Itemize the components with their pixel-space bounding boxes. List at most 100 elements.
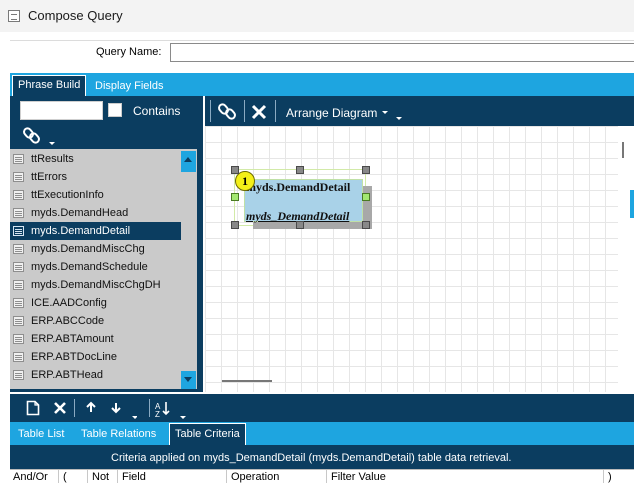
contains-label: Contains [133,104,181,118]
close-icon [54,402,66,414]
column-header-filter-value[interactable]: Filter Value [331,471,386,483]
toolbar-separator [74,399,75,417]
column-separator [87,470,88,483]
table-node-title: myds.DemandDetail [246,180,351,194]
window-title: Compose Query [28,8,123,23]
table-node-badge: 1 [235,171,255,191]
column-separator [117,470,118,483]
horizontal-scroll-thumb[interactable] [222,380,272,382]
new-criteria-button[interactable] [26,400,40,416]
column-header-operation[interactable]: Operation [231,471,279,483]
resize-handle[interactable] [362,193,370,201]
table-icon [13,298,24,308]
column-header-not[interactable]: Not [92,471,109,483]
chevron-down-icon[interactable] [396,117,402,120]
table-icon [13,280,24,290]
list-item[interactable]: myds.DemandSchedule [10,258,181,276]
table-icon [13,154,24,164]
tab-table-list[interactable]: Table List [18,428,64,440]
link-icon [23,127,55,145]
column-header-field[interactable]: Field [122,471,146,483]
list-item[interactable]: myds.DemandHead [10,204,181,222]
column-header-and-or[interactable]: And/Or [13,471,48,483]
vertical-scroll-thumb[interactable] [622,142,624,158]
table-icon [13,370,24,380]
list-item[interactable]: ERP.ABTHead [10,366,181,384]
toolbar-separator [275,100,276,122]
query-name-label: Query Name: [96,46,162,58]
resize-handle[interactable] [231,166,239,174]
list-item[interactable]: myds.DemandMiscChg [10,240,181,258]
divider [10,40,634,41]
chevron-down-icon [382,111,388,114]
app-icon [8,10,20,22]
panel-edge-tab [630,190,634,218]
list-item[interactable]: ICE.AADConfig [10,294,181,312]
scroll-up-button[interactable] [181,151,196,172]
column-header-close-paren[interactable]: ) [608,471,612,483]
arrow-down-icon [111,403,138,419]
column-header-open-paren[interactable]: ( [63,471,67,483]
table-icon [13,334,24,344]
resize-handle[interactable] [296,221,304,229]
remove-button[interactable] [249,102,269,122]
move-down-button[interactable] [109,400,138,419]
table-icon [13,244,24,254]
close-icon [251,104,267,120]
list-item[interactable]: ERP.ABCCode [10,312,181,330]
tab-table-criteria[interactable]: Table Criteria [169,423,246,445]
resize-handle[interactable] [296,166,304,174]
toolbar-separator [149,399,150,417]
column-separator [58,470,59,483]
list-item[interactable]: ttErrors [10,168,181,186]
column-separator [226,470,227,483]
table-icon [13,226,24,236]
sort-az-icon: A Z [155,402,186,419]
resize-handle[interactable] [362,166,370,174]
diagram-vertical-scrollbar[interactable] [618,126,634,392]
tab-phrase-build[interactable]: Phrase Build [12,75,87,96]
resize-handle[interactable] [231,221,239,229]
query-name-input[interactable] [170,43,634,62]
table-icon [13,172,24,182]
diagram-canvas[interactable] [205,126,618,392]
table-icon [13,352,24,362]
table-search-input[interactable] [20,101,103,120]
new-document-icon [26,400,40,416]
resize-handle[interactable] [362,221,370,229]
tab-table-relations[interactable]: Table Relations [81,428,156,440]
top-tab-strip: Phrase Build Display Fields [10,73,634,96]
svg-text:Z: Z [155,410,160,419]
diagram-toolbar [205,96,634,126]
criteria-toolbar [10,394,634,422]
criteria-info-text: Criteria applied on myds_DemandDetail (m… [111,452,512,464]
arrow-down-icon [184,377,192,382]
link-button[interactable] [217,102,239,122]
table-icon [13,316,24,326]
link-icon [218,103,236,120]
list-item[interactable]: ttResults [10,150,181,168]
column-separator [326,470,327,483]
column-separator [603,470,604,483]
toolbar-separator [210,100,211,122]
arrow-up-icon [184,157,192,162]
delete-criteria-button[interactable] [52,400,68,416]
table-icon [13,262,24,272]
arrange-diagram-button[interactable]: Arrange Diagram [286,106,377,120]
table-list-scrollbar[interactable] [181,149,197,389]
table-icon [13,208,24,218]
list-item[interactable]: ttExecutionInfo [10,186,181,204]
toolbar-separator [244,100,245,122]
list-item[interactable]: myds.DemandMiscChgDH [10,276,181,294]
list-item[interactable]: ERP.ABTDocLine [10,348,181,366]
scroll-down-button[interactable] [181,371,196,389]
list-item[interactable]: ERP.ABTAmount [10,330,181,348]
move-up-button[interactable] [84,400,98,416]
link-dropdown-button[interactable] [23,126,59,146]
table-icon [13,190,24,200]
resize-handle[interactable] [231,193,239,201]
list-item-selected[interactable]: myds.DemandDetail [10,222,181,240]
contains-checkbox[interactable] [108,103,122,117]
arrow-up-icon [86,401,96,412]
sort-button[interactable]: A Z [154,400,190,419]
